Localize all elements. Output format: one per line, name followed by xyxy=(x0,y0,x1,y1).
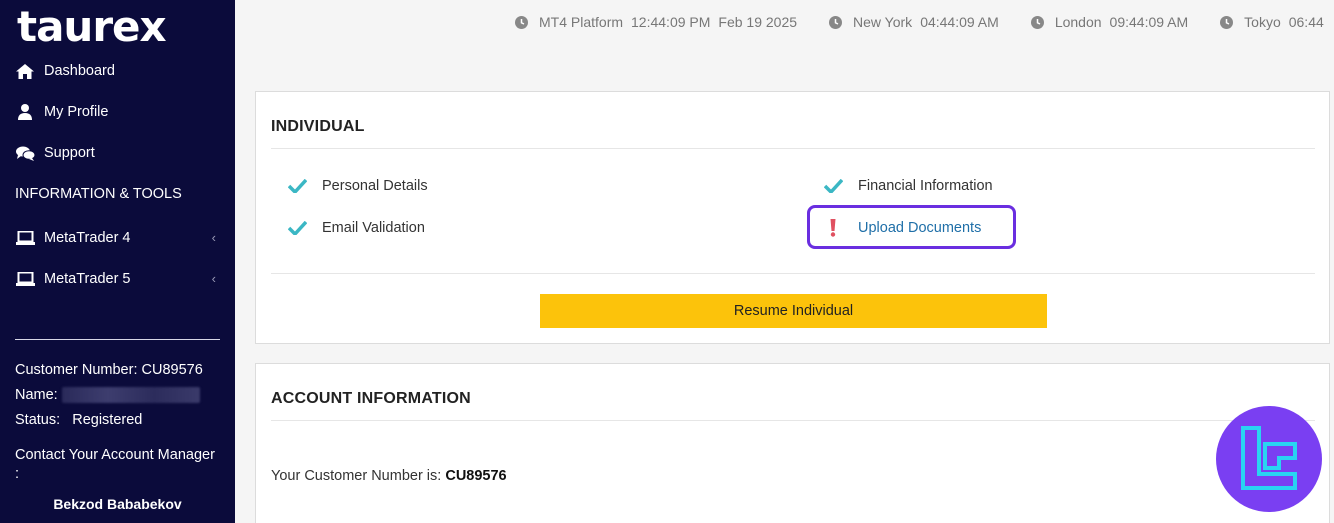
contact-manager-label: Contact Your Account Manager xyxy=(15,447,215,463)
account-manager-name: Bekzod Bababekov xyxy=(53,496,182,512)
clock-label: New York xyxy=(853,14,913,30)
clock-icon xyxy=(1030,15,1044,29)
customer-number-text: Your Customer Number is: CU89576 xyxy=(271,468,507,484)
clock-label: Tokyo xyxy=(1244,14,1281,30)
sidebar-item-support[interactable]: Support xyxy=(15,142,220,164)
step-personal-details[interactable]: Personal Details xyxy=(286,176,428,196)
sidebar-item-label: Dashboard xyxy=(44,63,115,79)
clock-time: 04:44:09 AM xyxy=(920,14,999,30)
name-value-redacted xyxy=(61,387,200,404)
name-line: Name: xyxy=(15,387,200,404)
clock-time: 09:44:09 AM xyxy=(1109,14,1189,30)
user-icon xyxy=(15,104,35,120)
account-information-card: ACCOUNT INFORMATION Your Customer Number… xyxy=(255,363,1330,523)
clock-time: 12:44:09 PM xyxy=(631,14,711,30)
sidebar-item-metatrader-4[interactable]: MetaTrader 4 ‹ xyxy=(15,227,220,249)
customer-number-prefix: Your Customer Number is: xyxy=(271,468,442,484)
laptop-icon xyxy=(15,271,35,287)
sidebar-item-my-profile[interactable]: My Profile xyxy=(15,101,220,123)
name-label: Name: xyxy=(15,387,58,403)
clock-label: London xyxy=(1054,14,1102,30)
check-icon xyxy=(286,218,308,238)
chat-icon xyxy=(15,145,35,161)
taurex-logo[interactable]: taurex xyxy=(17,4,167,50)
account-information-title: ACCOUNT INFORMATION xyxy=(271,390,471,407)
chevron-left-icon: ‹ xyxy=(211,271,216,286)
step-label: Personal Details xyxy=(322,178,428,194)
clock-icon xyxy=(515,15,528,29)
customer-number-label: Customer Number: xyxy=(15,362,138,378)
check-icon xyxy=(822,176,844,196)
check-icon xyxy=(286,176,308,196)
individual-title: INDIVIDUAL xyxy=(271,118,365,135)
individual-card: INDIVIDUAL Personal Details Email Valida… xyxy=(255,91,1330,344)
laptop-icon xyxy=(15,230,35,246)
customer-number-bold: CU89576 xyxy=(445,468,507,484)
status-line: Status: Registered xyxy=(15,412,142,428)
sidebar: taurex Dashboard My Profile Support INFO… xyxy=(0,0,235,523)
customer-number-line: Customer Number: CU89576 xyxy=(15,362,203,378)
sidebar-divider xyxy=(15,339,220,340)
chevron-left-icon: ‹ xyxy=(211,230,216,245)
resume-individual-button[interactable]: Resume Individual xyxy=(540,294,1047,328)
section-title-info-tools: INFORMATION & TOOLS xyxy=(15,186,182,202)
upload-documents-highlight xyxy=(807,205,1016,249)
sidebar-item-metatrader-5[interactable]: MetaTrader 5 ‹ xyxy=(15,268,220,290)
sidebar-item-label: MetaTrader 5 xyxy=(44,271,131,287)
sidebar-item-dashboard[interactable]: Dashboard xyxy=(15,60,220,82)
clock-icon xyxy=(1220,15,1234,29)
clock-london: London 09:44:09 AM xyxy=(1030,14,1189,30)
clock-new-york: New York 04:44:09 AM xyxy=(829,14,999,30)
customer-number-value: CU89576 xyxy=(141,362,203,378)
step-financial-information[interactable]: Financial Information xyxy=(822,176,993,196)
status-label: Status: xyxy=(15,412,61,428)
clock-mt4-platform: MT4 Platform 12:44:09 PM Feb 19 2025 xyxy=(515,14,797,30)
sidebar-item-label: Support xyxy=(44,145,95,161)
sidebar-item-label: My Profile xyxy=(44,104,109,120)
clock-tokyo: Tokyo 06:44 xyxy=(1220,14,1324,30)
step-email-validation[interactable]: Email Validation xyxy=(286,218,425,238)
watermark-logo-icon xyxy=(1216,406,1322,512)
card-divider xyxy=(271,273,1315,274)
clock-icon xyxy=(829,15,843,29)
status-value: Registered xyxy=(72,412,143,428)
card-divider xyxy=(271,148,1315,149)
clock-label: MT4 Platform xyxy=(539,14,624,30)
step-label: Email Validation xyxy=(322,220,425,236)
step-label: Financial Information xyxy=(858,178,993,194)
clock-time: 06:44 xyxy=(1288,14,1324,30)
card-divider xyxy=(271,420,1315,421)
home-icon xyxy=(15,63,35,79)
sidebar-item-label: MetaTrader 4 xyxy=(44,230,131,246)
clock-date: Feb 19 2025 xyxy=(718,14,798,30)
world-clock-bar: MT4 Platform 12:44:09 PM Feb 19 2025 New… xyxy=(515,14,1334,30)
contact-manager-colon: : xyxy=(15,466,20,482)
